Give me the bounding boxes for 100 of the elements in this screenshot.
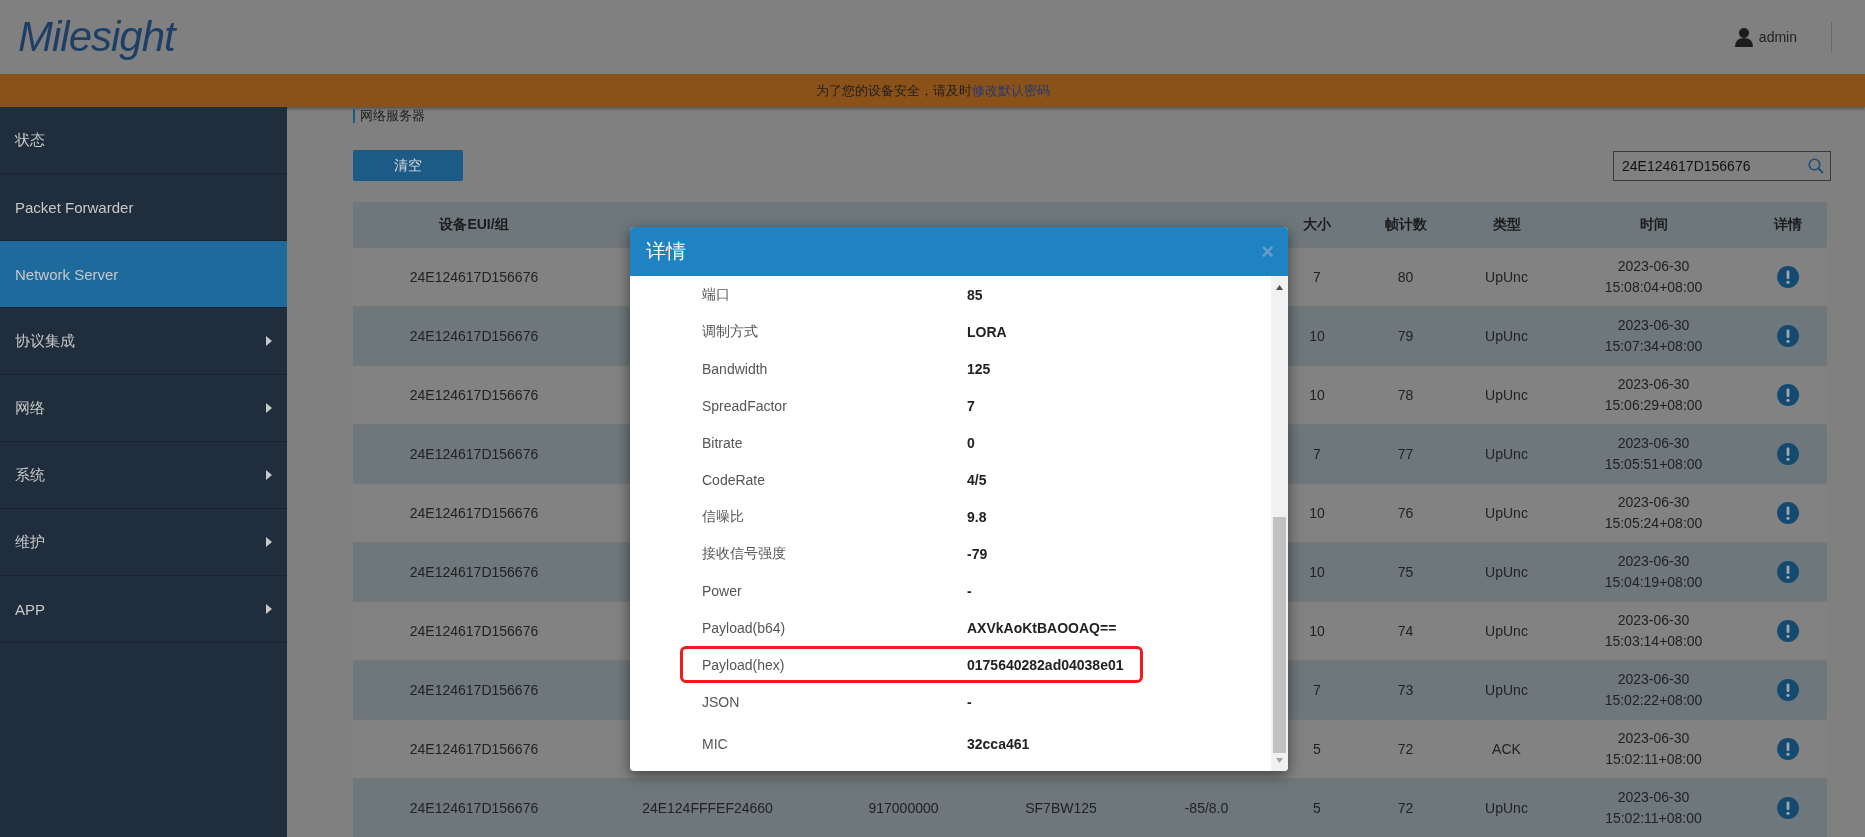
info-icon[interactable] <box>1777 620 1799 642</box>
table-cell-text: 24E124617D156676 <box>409 385 539 405</box>
field-value: - <box>967 582 973 599</box>
table-cell-text: 917000000 <box>868 798 939 818</box>
breadcrumb: 网络服务器 <box>353 109 425 123</box>
sidebar-item[interactable]: 系统 <box>0 442 287 509</box>
table-cell-text: ACK <box>1492 739 1521 759</box>
table-cell-text: 2023-06-30 15:04:19+08:00 <box>1604 552 1703 592</box>
table-cell-text: 10 <box>1309 562 1325 582</box>
field-value: 9.8 <box>967 508 988 525</box>
table-cell-text: 24E124617D156676 <box>409 326 539 346</box>
table-cell-text: 24E124617D156676 <box>409 739 539 759</box>
scrollbar-drawing[interactable] <box>1271 276 1288 771</box>
table-cell-text: 24E124617D156676 <box>409 267 539 287</box>
table-cell-text: UpUnc <box>1485 680 1528 700</box>
field-label: CodeRate <box>702 471 767 488</box>
field-value: 4/5 <box>967 471 988 488</box>
column-header: 时间 <box>1639 215 1668 234</box>
table-cell-text: 10 <box>1309 621 1325 641</box>
logo: Milesight <box>18 13 175 61</box>
table-cell-text: 24E124FFFEF24660 <box>642 798 773 818</box>
table-cell-text: 72 <box>1397 739 1414 759</box>
user-name[interactable]: admin <box>1758 29 1797 45</box>
table-cell-text: UpUnc <box>1485 444 1528 464</box>
table-cell-text: UpUnc <box>1485 385 1528 405</box>
table-cell-text: 24E124617D156676 <box>409 503 539 523</box>
field-label: 接收信号强度 <box>702 544 787 563</box>
sidebar-item[interactable]: 维护 <box>0 509 287 576</box>
table-cell-text: 10 <box>1309 503 1325 523</box>
table-cell-text: 7 <box>1313 444 1321 464</box>
table-cell-text: 7 <box>1313 267 1321 287</box>
field-label: Bitrate <box>702 434 744 451</box>
table-cell-text: UpUnc <box>1485 621 1528 641</box>
field-label: MIC <box>702 735 729 752</box>
table-cell-text: UpUnc <box>1485 503 1528 523</box>
search-field[interactable]: 24E124617D156676 <box>1613 150 1831 181</box>
column-header: 详情 <box>1774 215 1802 234</box>
table-cell-text: 2023-06-30 15:05:51+08:00 <box>1604 434 1703 474</box>
column-header: 帧计数 <box>1384 215 1427 234</box>
info-icon[interactable] <box>1777 797 1799 819</box>
table-cell-text: 2023-06-30 15:02:11+08:00 <box>1605 788 1702 828</box>
search-icon[interactable] <box>1808 157 1824 174</box>
table-cell-text: 24E124617D156676 <box>409 680 539 700</box>
field-value: 125 <box>967 360 992 377</box>
caret-icon <box>266 537 272 547</box>
sidebar-item[interactable]: 协议集成 <box>0 308 287 375</box>
info-icon[interactable] <box>1777 738 1799 760</box>
table-cell-text: UpUnc <box>1485 798 1528 818</box>
table-cell-text: 2023-06-30 15:02:22+08:00 <box>1604 670 1703 710</box>
info-icon[interactable] <box>1777 679 1799 701</box>
table-cell-text: 5 <box>1313 739 1321 759</box>
info-icon[interactable] <box>1777 561 1799 583</box>
field-value: 0 <box>967 434 976 451</box>
field-label: Power <box>702 582 743 599</box>
info-icon[interactable] <box>1777 502 1799 524</box>
table-cell-text: 72 <box>1397 798 1414 818</box>
table-cell-text: 5 <box>1313 798 1321 818</box>
table-cell-text: UpUnc <box>1485 326 1528 346</box>
field-label: 端口 <box>702 285 731 304</box>
info-icon[interactable] <box>1777 443 1799 465</box>
field-value: LORA <box>967 323 1008 340</box>
table-cell-text: 7 <box>1313 680 1321 700</box>
caret-icon <box>266 403 272 413</box>
column-header: 类型 <box>1492 215 1521 234</box>
table-cell-text: 79 <box>1397 326 1414 346</box>
table-cell-text: 24E124617D156676 <box>409 798 539 818</box>
table-cell-text: 74 <box>1397 621 1414 641</box>
table-cell-text: 24E124617D156676 <box>409 621 539 641</box>
field-label: 信噪比 <box>702 507 745 526</box>
table-cell-text: 2023-06-30 15:07:34+08:00 <box>1604 316 1703 356</box>
sidebar-item[interactable]: APP <box>0 576 287 643</box>
field-label: 调制方式 <box>702 322 759 341</box>
table-cell-text: SF7BW125 <box>1025 798 1097 818</box>
sidebar-item[interactable]: 状态 <box>0 107 287 174</box>
table-cell-text: 77 <box>1397 444 1414 464</box>
info-icon[interactable] <box>1777 325 1799 347</box>
field-label: Bandwidth <box>702 360 769 377</box>
table-cell-text: 2023-06-30 15:08:04+08:00 <box>1604 257 1703 297</box>
table-cell-text: 76 <box>1397 503 1414 523</box>
field-label: Payload(b64) <box>702 619 787 636</box>
info-icon[interactable] <box>1777 384 1799 406</box>
column-header: 大小 <box>1303 215 1331 234</box>
table-cell-text: 75 <box>1397 562 1414 582</box>
table-cell-text: 2023-06-30 15:06:29+08:00 <box>1604 375 1703 415</box>
field-label: Payload(hex) <box>702 656 786 673</box>
table-cell-text: 10 <box>1309 385 1325 405</box>
security-notice: 为了您的设备安全，请及时修改默认密码 <box>815 81 1050 100</box>
field-value: 32cca461 <box>967 735 1031 752</box>
field-label: SpreadFactor <box>702 397 788 414</box>
clear-button[interactable]: 清空 <box>353 150 463 181</box>
field-value: -79 <box>967 545 989 562</box>
field-value: 85 <box>967 286 984 303</box>
table-cell-text: 24E124617D156676 <box>409 444 539 464</box>
field-value: 0175640282ad04038e01 <box>967 656 1125 673</box>
info-icon[interactable] <box>1777 266 1799 288</box>
table-cell-text: -85/8.0 <box>1184 798 1229 818</box>
field-value: 7 <box>967 397 976 414</box>
sidebar-item[interactable]: Network Server <box>0 241 287 308</box>
sidebar-item[interactable]: 网络 <box>0 375 287 442</box>
caret-icon <box>266 336 272 346</box>
